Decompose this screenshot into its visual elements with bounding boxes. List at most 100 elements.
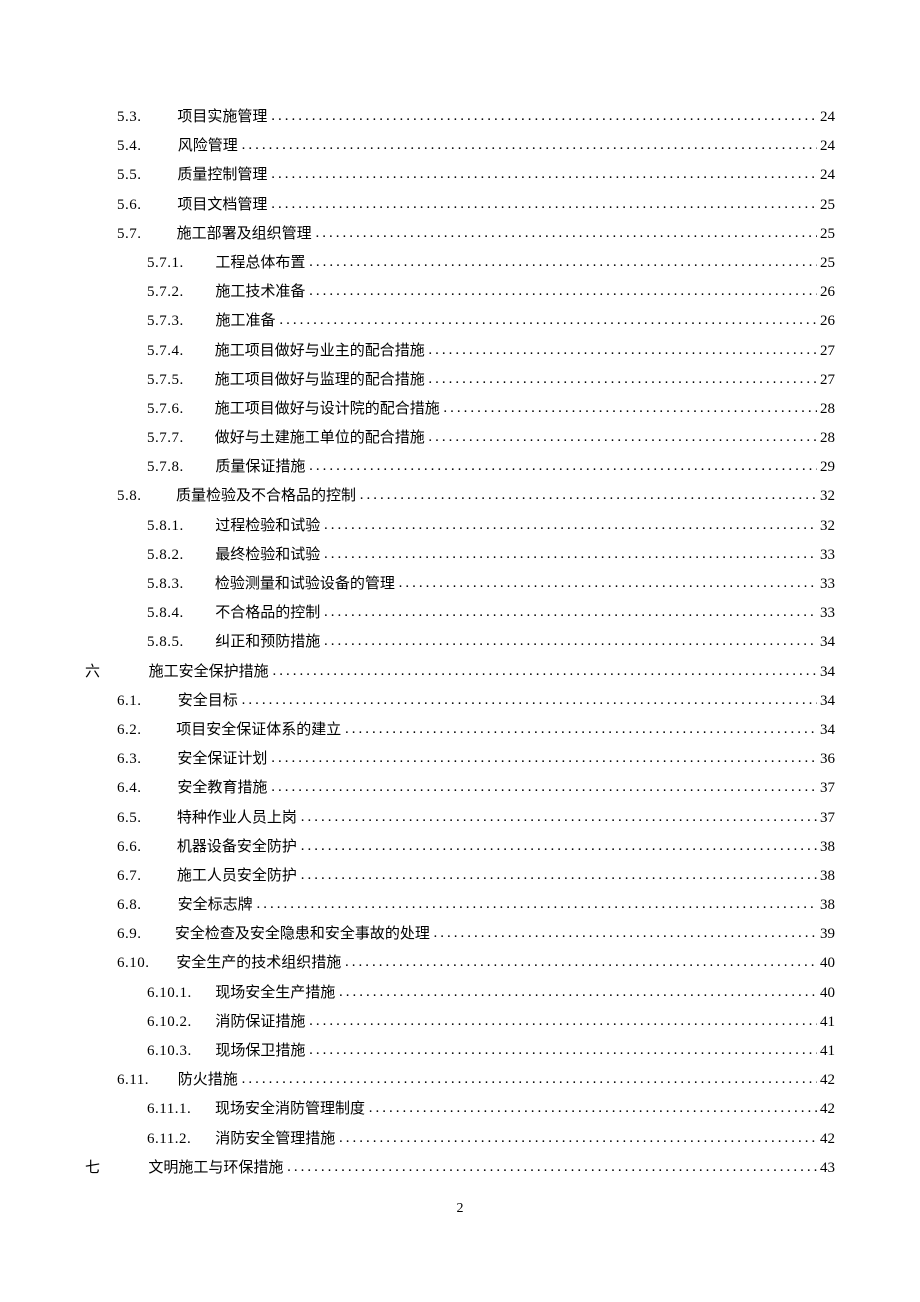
toc-entry-title: 消防保证措施 <box>215 1015 305 1030</box>
toc-entry-title: 施工项目做好与监理的配合措施 <box>215 373 425 388</box>
toc-entry-number: 6.4. <box>117 781 169 796</box>
toc-leader-dots <box>242 1072 817 1087</box>
toc-leader-dots <box>345 955 817 970</box>
toc-entry-title: 施工安全保护措施 <box>149 665 269 680</box>
toc-entry[interactable]: 5.4.风险管理24 <box>85 139 835 154</box>
toc-entry[interactable]: 5.6.项目文档管理25 <box>85 198 835 213</box>
toc-leader-dots <box>309 1014 817 1029</box>
toc-entry-page: 37 <box>820 811 835 826</box>
toc-entry[interactable]: 6.10.1.现场安全生产措施40 <box>85 986 835 1001</box>
toc-entry-page: 34 <box>820 694 835 709</box>
toc-entry-page: 25 <box>820 198 835 213</box>
toc-entry[interactable]: 6.10.2.消防保证措施41 <box>85 1015 835 1030</box>
toc-entry[interactable]: 5.8.4.不合格品的控制33 <box>85 606 835 621</box>
toc-leader-dots <box>428 343 817 358</box>
toc-entry[interactable]: 6.3.安全保证计划36 <box>85 752 835 767</box>
toc-entry-page: 34 <box>820 665 835 680</box>
toc-entry-page: 28 <box>820 431 835 446</box>
toc-entry[interactable]: 5.8.1.过程检验和试验32 <box>85 519 835 534</box>
toc-entry[interactable]: 6.9.安全检查及安全隐患和安全事故的处理39 <box>85 927 835 942</box>
toc-entry-number: 6.5. <box>117 811 169 826</box>
toc-entry-page: 26 <box>820 314 835 329</box>
toc-entry-number: 5.8. <box>117 489 169 504</box>
toc-entry[interactable]: 6.11.1.现场安全消防管理制度42 <box>85 1102 835 1117</box>
toc-entry-title: 施工项目做好与业主的配合措施 <box>215 344 425 359</box>
toc-entry-page: 32 <box>820 519 835 534</box>
toc-entry-number: 6.6. <box>117 840 169 855</box>
toc-entry-title: 安全教育措施 <box>177 781 267 796</box>
toc-entry[interactable]: 5.3.项目实施管理24 <box>85 110 835 125</box>
toc-entry-page: 34 <box>820 635 835 650</box>
toc-entry-number: 6.11. <box>117 1073 169 1088</box>
toc-entry-page: 33 <box>820 548 835 563</box>
toc-leader-dots <box>301 839 817 854</box>
toc-entry-title: 特种作业人员上岗 <box>177 811 297 826</box>
toc-entry[interactable]: 6.7.施工人员安全防护38 <box>85 869 835 884</box>
toc-entry-title: 防火措施 <box>178 1073 238 1088</box>
toc-entry-title: 安全检查及安全隐患和安全事故的处理 <box>175 927 430 942</box>
toc-entry-page: 25 <box>820 227 835 242</box>
toc-leader-dots <box>433 926 817 941</box>
toc-entry[interactable]: 6.10.安全生产的技术组织措施40 <box>85 956 835 971</box>
toc-entry[interactable]: 5.7.5.施工项目做好与监理的配合措施27 <box>85 373 835 388</box>
page-number: 2 <box>0 1201 920 1217</box>
toc-entry-page: 24 <box>820 110 835 125</box>
toc-entry[interactable]: 5.8.3.检验测量和试验设备的管理33 <box>85 577 835 592</box>
toc-entry[interactable]: 5.8. 质量检验及不合格品的控制 32 <box>85 489 835 504</box>
toc-entry-title: 机器设备安全防护 <box>177 840 297 855</box>
toc-entry[interactable]: 5.7.7.做好与土建施工单位的配合措施28 <box>85 431 835 446</box>
toc-entry[interactable]: 5.7.6.施工项目做好与设计院的配合措施28 <box>85 402 835 417</box>
toc-entry[interactable]: 5.7.3.施工准备26 <box>85 314 835 329</box>
toc-entry-number: 5.4. <box>117 139 169 154</box>
toc-entry-number: 6.7. <box>117 869 169 884</box>
toc-entry-number: 5.7.7. <box>147 431 213 446</box>
toc-entry-title: 质量保证措施 <box>215 460 305 475</box>
toc-leader-dots <box>309 1043 817 1058</box>
toc-entry-title: 安全标志牌 <box>178 898 253 913</box>
toc-entry-page: 40 <box>820 986 835 1001</box>
toc-leader-dots <box>309 459 817 474</box>
toc-entry[interactable]: 5.7.8.质量保证措施29 <box>85 460 835 475</box>
toc-entry[interactable]: 6.8.安全标志牌38 <box>85 898 835 913</box>
toc-leader-dots <box>242 693 817 708</box>
toc-entry-number: 6.3. <box>117 752 169 767</box>
toc-entry-title: 安全目标 <box>178 694 238 709</box>
toc-entry[interactable]: 六施工安全保护措施34 <box>85 665 835 680</box>
toc-entry[interactable]: 5.7.2.施工技术准备26 <box>85 285 835 300</box>
toc-entry-page: 36 <box>820 752 835 767</box>
toc-entry-title: 质量检验及不合格品的控制 <box>176 489 356 504</box>
toc-entry[interactable]: 6.2.项目安全保证体系的建立34 <box>85 723 835 738</box>
toc-entry-number: 6.10.2. <box>147 1015 213 1030</box>
toc-entry-page: 43 <box>820 1161 835 1176</box>
toc-entry[interactable]: 5.5.质量控制管理24 <box>85 168 835 183</box>
toc-leader-dots <box>271 167 817 182</box>
toc-leader-dots <box>399 576 817 591</box>
toc-entry[interactable]: 6.6.机器设备安全防护38 <box>85 840 835 855</box>
toc-entry[interactable]: 5.8.5.纠正和预防措施34 <box>85 635 835 650</box>
toc-entry-page: 32 <box>820 489 835 504</box>
toc-entry[interactable]: 七文明施工与环保措施43 <box>85 1161 835 1176</box>
toc-entry[interactable]: 5.7.施工部署及组织管理25 <box>85 227 835 242</box>
toc-entry[interactable]: 6.5. 特种作业人员上岗 37 <box>85 811 835 826</box>
toc-entry[interactable]: 5.7.4.施工项目做好与业主的配合措施27 <box>85 344 835 359</box>
toc-entry-number: 5.8.1. <box>147 519 213 534</box>
toc-leader-dots <box>324 547 817 562</box>
toc-entry[interactable]: 6.11.2.消防安全管理措施42 <box>85 1132 835 1147</box>
toc-entry-title: 项目文档管理 <box>177 198 267 213</box>
toc-entry-title: 施工技术准备 <box>215 285 305 300</box>
toc-entry-title: 施工人员安全防护 <box>177 869 297 884</box>
toc-entry[interactable]: 6.11.防火措施42 <box>85 1073 835 1088</box>
toc-leader-dots <box>360 488 817 503</box>
toc-entry-title: 消防安全管理措施 <box>215 1132 335 1147</box>
toc-entry-number: 5.8.4. <box>147 606 213 621</box>
toc-entry[interactable]: 5.7.1.工程总体布置25 <box>85 256 835 271</box>
toc-entry[interactable]: 6.1.安全目标34 <box>85 694 835 709</box>
toc-entry[interactable]: 5.8.2.最终检验和试验33 <box>85 548 835 563</box>
toc-entry-page: 24 <box>820 139 835 154</box>
toc-entry[interactable]: 6.4.安全教育措施37 <box>85 781 835 796</box>
toc-leader-dots <box>309 255 817 270</box>
toc-entry-page: 41 <box>820 1044 835 1059</box>
toc-entry-title: 工程总体布置 <box>215 256 305 271</box>
toc-leader-dots <box>324 634 817 649</box>
toc-entry[interactable]: 6.10.3.现场保卫措施41 <box>85 1044 835 1059</box>
